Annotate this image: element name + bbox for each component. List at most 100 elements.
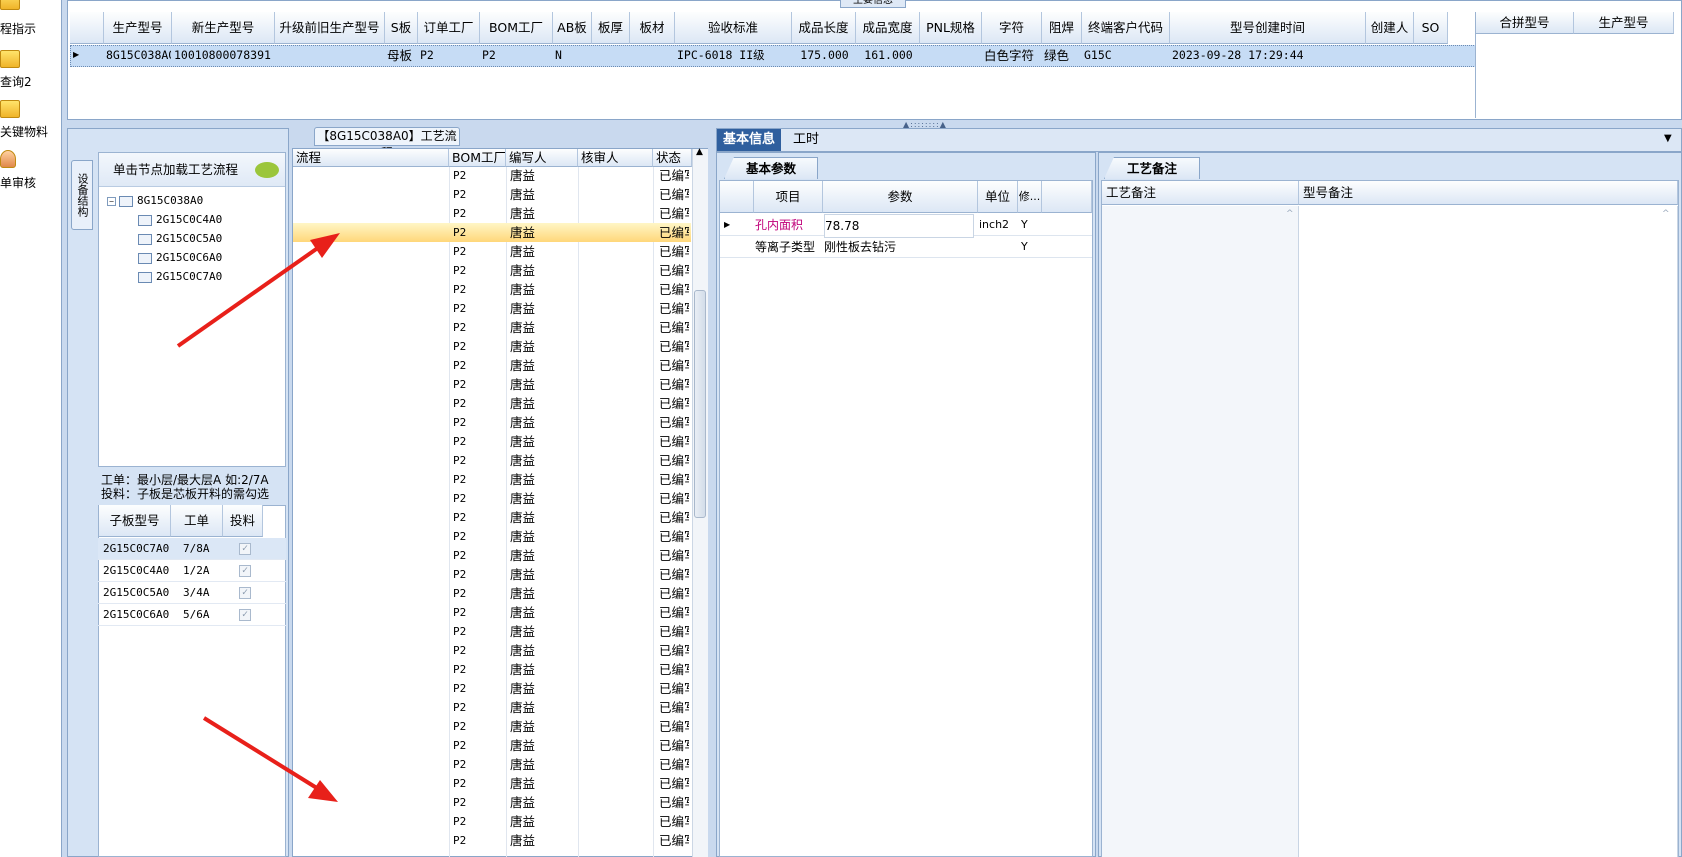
sub-order-cell[interactable]: 7/8A: [183, 538, 210, 560]
process-step-row[interactable]: 塞孔AOI2P2唐益已编写: [293, 603, 691, 622]
process-step-row[interactable]: 贴膜P2唐益已编写: [293, 337, 691, 356]
process-step-row[interactable]: 显影P2唐益已编写: [293, 375, 691, 394]
grid-cell[interactable]: 母板: [387, 45, 417, 66]
process-step-row[interactable]: 沉铜1P2唐益已编写: [293, 812, 691, 831]
param-value-cell[interactable]: 78.78: [824, 214, 974, 238]
process-step-row[interactable]: 等离子处理P2唐益已编写: [293, 223, 691, 242]
process-step-row[interactable]: 烘板P2唐益已编写: [293, 204, 691, 223]
process-group-row[interactable]: −外层蚀刻P2唐益已编写: [293, 432, 691, 451]
process-group-row[interactable]: −沉铜P2唐益已编写: [293, 166, 691, 185]
process-step-row[interactable]: 镀孔P2唐益已编写: [293, 413, 691, 432]
nav-item-key-materials[interactable]: 关键物料: [0, 94, 62, 146]
note-col-header[interactable]: 型号备注: [1299, 181, 1678, 205]
sub-board-row[interactable]: 2G15C0C4A0 1/2A ✓: [98, 560, 286, 582]
process-group-row[interactable]: −树脂塞孔P2唐益已编写: [293, 470, 691, 489]
scroll-up-icon[interactable]: ▲: [696, 147, 703, 157]
process-group-row[interactable]: −AOI2P2唐益已编写: [293, 584, 691, 603]
grid-cell[interactable]: 白色字符: [984, 45, 1041, 66]
sub-order-cell[interactable]: 3/4A: [183, 582, 210, 604]
basic-param-row[interactable]: 等离子类型 刚性板去钻污 Y: [720, 236, 1092, 258]
tree-node-child[interactable]: 2G15C0C5A0: [138, 230, 222, 248]
basic-col-header[interactable]: 参数: [823, 181, 978, 213]
grid-col-header[interactable]: 验收标准: [675, 12, 792, 44]
grid-col-header[interactable]: 升级前旧生产型号: [275, 12, 385, 44]
process-step-row[interactable]: 去毛刺P2唐益已编写: [293, 185, 691, 204]
process-group-row[interactable]: −电镀P2唐益已编写: [293, 261, 691, 280]
sub-board-row[interactable]: 2G15C0C5A0 3/4A ✓: [98, 582, 286, 604]
horizontal-splitter[interactable]: ▲::::::::▲: [62, 120, 1682, 129]
sub-board-row[interactable]: 2G15C0C6A0 5/6A ✓: [98, 604, 286, 626]
basic-col-header[interactable]: 项目: [754, 181, 823, 213]
process-group-row[interactable]: −图形电镀P2唐益已编写: [293, 394, 691, 413]
grid-col-header[interactable]: 型号创建时间: [1170, 12, 1366, 44]
tab-basic-params[interactable]: 基本参数: [724, 157, 818, 179]
grid-cell[interactable]: 10010800078391: [174, 45, 274, 66]
tree-node-child[interactable]: 2G15C0C7A0: [138, 268, 222, 286]
grid-cell[interactable]: [277, 45, 384, 66]
sub-board-row[interactable]: 2G15C0C7A0 7/8A ✓: [98, 538, 286, 560]
tab-basic-info[interactable]: 基本信息: [717, 129, 782, 151]
nav-item-query2[interactable]: 查询2: [0, 44, 62, 96]
grid-cell[interactable]: P2: [420, 45, 479, 66]
grid-col-header[interactable]: AB板: [553, 12, 592, 44]
sub-order-cell[interactable]: 5/6A: [183, 604, 210, 626]
process-note-textarea[interactable]: [1102, 206, 1299, 857]
process-step-row[interactable]: 沉铜P2唐益已编写: [293, 242, 691, 261]
grid-col-header[interactable]: 新生产型号: [172, 12, 275, 44]
tree-node-child[interactable]: 2G15C0C6A0: [138, 249, 222, 267]
feed-checkbox[interactable]: ✓: [239, 565, 251, 577]
sub-col-header[interactable]: 投料: [223, 505, 263, 537]
tab-process-notes[interactable]: 工艺备注: [1104, 157, 1200, 179]
grid-cell[interactable]: G15C: [1084, 45, 1169, 66]
grid-cell[interactable]: P2: [482, 45, 552, 66]
process-step-row[interactable]: 外层前处理P2唐益已编写: [293, 318, 691, 337]
scrollbar-thumb[interactable]: [694, 290, 706, 518]
grid-col-header[interactable]: 成品宽度: [856, 12, 920, 44]
param-value-cell[interactable]: 刚性板去钻污: [824, 236, 974, 258]
tree-node-root[interactable]: − 8G15C038A0: [107, 192, 203, 210]
process-step-row[interactable]: 退膜P2唐益已编写: [293, 451, 691, 470]
process-group-row[interactable]: −电镀1P2唐益已编写: [293, 831, 691, 850]
note-col-header[interactable]: 工艺备注: [1102, 181, 1299, 205]
grid-col-header[interactable]: 板厚: [592, 12, 630, 44]
basic-col-header[interactable]: 修...: [1018, 181, 1042, 213]
process-col-header[interactable]: 状态: [653, 149, 692, 167]
scroll-up-icon[interactable]: ^: [1662, 209, 1670, 219]
process-group-row[interactable]: −沉铜1P2唐益已编写: [293, 736, 691, 755]
grid-cell[interactable]: [1416, 45, 1447, 66]
nav-item-process-instruction[interactable]: 程指示: [0, 0, 62, 44]
grid-col-header[interactable]: 板材: [630, 12, 675, 44]
process-col-header[interactable]: 编写人: [506, 149, 578, 167]
process-group-row[interactable]: −外层干膜P2唐益已编写: [293, 299, 691, 318]
process-step-row[interactable]: 终固化P2唐益已编写: [293, 527, 691, 546]
vertical-tab-structure[interactable]: 设备结构: [71, 160, 93, 230]
grid-cell[interactable]: 175.000: [794, 45, 855, 66]
grid-cell[interactable]: [922, 45, 981, 66]
grid-col-header[interactable]: 成品长度: [792, 12, 856, 44]
grid-cell[interactable]: 8G15C038A0: [106, 45, 171, 66]
grid-col-header[interactable]: 阻焊: [1042, 12, 1082, 44]
grid-col-header[interactable]: 终端客户代码: [1082, 12, 1170, 44]
process-step-row[interactable]: 曝光P2唐益已编写: [293, 356, 691, 375]
merge-col-header[interactable]: 合拼型号: [1476, 12, 1574, 34]
grid-col-header[interactable]: 订单工厂: [418, 12, 480, 44]
grid-cell[interactable]: 161.000: [858, 45, 919, 66]
process-step-row[interactable]: 去毛刺1P2唐益已编写: [293, 755, 691, 774]
process-step-row[interactable]: 钻孔1P2唐益已编写: [293, 679, 691, 698]
grid-cell[interactable]: [632, 45, 674, 66]
scroll-up-icon[interactable]: ^: [1286, 209, 1294, 219]
process-step-row[interactable]: X-Ray冲孔1P2唐益已编写: [293, 641, 691, 660]
grid-col-header[interactable]: 生产型号: [104, 12, 172, 44]
process-col-header[interactable]: 核审人: [578, 149, 653, 167]
grid-cell[interactable]: IPC-6018 II级: [677, 45, 791, 66]
process-step-row[interactable]: 烘板1P2唐益已编写: [293, 774, 691, 793]
process-group-row[interactable]: −外形1P2唐益已编写: [293, 698, 691, 717]
process-step-row[interactable]: 铣槽孔1P2唐益已编写: [293, 717, 691, 736]
process-step-row[interactable]: 等离子处理1P2唐益已编写: [293, 793, 691, 812]
grid-col-header[interactable]: SO: [1414, 12, 1448, 44]
sub-order-cell[interactable]: 1/2A: [183, 560, 210, 582]
tab-work-hours[interactable]: 工时: [787, 129, 825, 151]
process-col-header[interactable]: 流程: [293, 149, 449, 167]
grid-cell[interactable]: N: [555, 45, 591, 66]
process-step-row[interactable]: 树脂塞孔P2唐益已编写: [293, 508, 691, 527]
